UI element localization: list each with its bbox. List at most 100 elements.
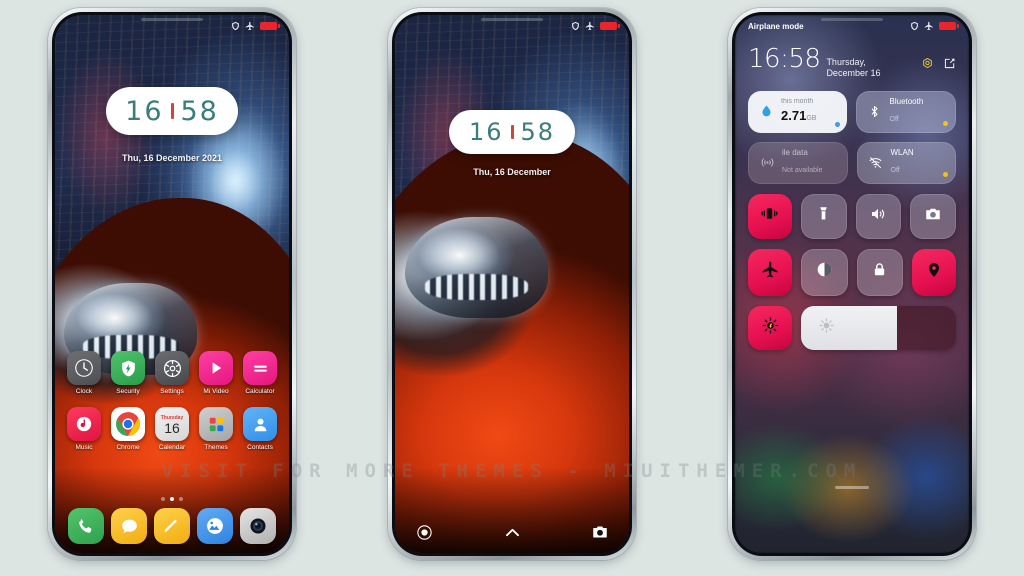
bluetooth-title: Bluetooth xyxy=(889,97,924,107)
airplane-mode-label: Airplane mode xyxy=(748,21,804,31)
phone1-bezel: 16 58 Thu, 16 December 2021 Clock Securi… xyxy=(52,12,292,556)
gear-icon[interactable] xyxy=(921,57,934,75)
app-clock[interactable]: Clock xyxy=(65,351,103,395)
photo-icon[interactable] xyxy=(196,508,233,544)
status-dot xyxy=(834,121,840,127)
app-calculator[interactable]: Calculator xyxy=(241,351,279,395)
app-contacts[interactable]: Contacts xyxy=(241,407,279,451)
phone-icon[interactable] xyxy=(68,508,105,544)
app-label: Security xyxy=(116,388,140,395)
chevron-up-icon[interactable] xyxy=(501,521,523,543)
page-indicator xyxy=(55,497,289,501)
bluetooth-tile[interactable]: Bluetooth Off xyxy=(855,90,956,133)
data-usage-tile[interactable]: this month 2.71GB xyxy=(748,90,847,133)
app-grid: Clock Security Settings Mi Video Calcula… xyxy=(55,351,289,461)
clock-hours: 16 xyxy=(468,118,504,146)
battery-icon xyxy=(600,22,620,30)
shield-icon xyxy=(231,21,240,31)
flashlight-toggle[interactable] xyxy=(800,193,847,240)
brightness-slider-fill xyxy=(801,305,898,350)
lock-date-label: Thu, 16 December xyxy=(473,167,551,177)
speaker-icon xyxy=(869,205,887,228)
contrast-icon xyxy=(815,260,834,284)
clock-icon xyxy=(67,351,101,385)
app-label: Calculator xyxy=(245,388,275,395)
wallpaper-headlight xyxy=(405,217,548,318)
camera-icon xyxy=(924,205,942,228)
app-chrome[interactable]: Chrome xyxy=(109,407,147,451)
status-dot xyxy=(943,171,948,177)
phone-control-center: Airplane mode 16:58 Thursday, December 1… xyxy=(728,8,976,560)
clock-hours: 16 xyxy=(125,95,164,127)
message-bubble-icon[interactable] xyxy=(111,508,148,544)
home-clock-widget[interactable]: 16 58 xyxy=(106,87,238,135)
page-dot[interactable] xyxy=(161,497,165,501)
app-label: Mi Video xyxy=(203,388,229,395)
mobile-data-tile[interactable]: ile data Not available xyxy=(748,141,848,184)
app-mi-video[interactable]: Mi Video xyxy=(197,351,235,395)
battery-icon xyxy=(939,22,959,30)
wlan-text: WLAN Off xyxy=(886,148,914,177)
wlan-state: Off xyxy=(890,166,900,174)
phone2-bezel: 16 58 Thu, 16 December xyxy=(392,12,632,556)
header-action-icons xyxy=(921,46,956,75)
earpiece-speaker xyxy=(141,18,203,21)
lock-screen-bottom-bar xyxy=(395,521,629,543)
lock-icon xyxy=(871,261,888,283)
app-music[interactable]: Music xyxy=(65,407,103,451)
pencil-icon[interactable] xyxy=(153,508,190,544)
tiles-row-2: ile data Not available WLAN Off xyxy=(748,141,956,184)
page-dot[interactable] xyxy=(179,497,183,501)
auto-brightness-button[interactable] xyxy=(748,305,792,350)
airplane-toggle[interactable] xyxy=(748,249,793,296)
clock-separator xyxy=(510,125,514,139)
calendar-day: 16 xyxy=(164,420,180,437)
data-usage-period: this month xyxy=(781,97,814,105)
circle-dot-icon[interactable] xyxy=(413,521,435,543)
cc-clock: 16:58 xyxy=(748,44,821,74)
calendar-icon: Thursday 16 xyxy=(155,407,189,441)
battery-icon xyxy=(260,22,280,30)
volume-toggle[interactable] xyxy=(855,193,902,240)
water-drop-icon xyxy=(756,104,776,119)
equals-icon xyxy=(243,351,277,385)
phone-home-screen: 16 58 Thu, 16 December 2021 Clock Securi… xyxy=(48,8,296,560)
data-usage-value: 2.71 xyxy=(781,108,807,124)
app-label: Music xyxy=(75,444,93,451)
phone2-screen: 16 58 Thu, 16 December xyxy=(395,15,629,553)
screenshot-toggle[interactable] xyxy=(910,193,956,240)
brightness-slider[interactable] xyxy=(801,305,956,350)
dark-mode-toggle[interactable] xyxy=(801,249,848,296)
edit-square-icon[interactable] xyxy=(943,57,956,75)
shield-icon xyxy=(111,351,145,385)
camera-icon[interactable] xyxy=(589,521,611,543)
brightness-icon xyxy=(761,316,780,340)
bluetooth-icon xyxy=(865,104,885,119)
airplane-icon xyxy=(585,21,595,31)
app-themes[interactable]: Themes xyxy=(197,407,235,451)
music-note-icon xyxy=(67,407,101,441)
camera-icon[interactable] xyxy=(239,508,276,544)
earpiece-speaker xyxy=(821,18,883,21)
app-label: Settings xyxy=(160,388,184,395)
phone-lock-screen: 16 58 Thu, 16 December xyxy=(388,8,636,560)
app-calendar[interactable]: Thursday 16 Calendar xyxy=(153,407,191,451)
tiles-row-1: this month 2.71GB Bluetooth Off xyxy=(748,90,956,133)
phone3-screen: Airplane mode 16:58 Thursday, December 1… xyxy=(735,15,969,553)
lock-clock-widget[interactable]: 16 58 xyxy=(449,110,575,154)
app-security[interactable]: Security xyxy=(109,351,147,395)
home-date-label: Thu, 16 December 2021 xyxy=(121,153,223,163)
flashlight-icon xyxy=(815,205,832,227)
data-usage-text: this month 2.71GB xyxy=(776,98,816,126)
clock-separator xyxy=(170,103,174,119)
clock-minutes: 58 xyxy=(520,118,556,146)
screen-lock-toggle[interactable] xyxy=(856,249,903,296)
page-dot-active[interactable] xyxy=(170,497,174,501)
earpiece-speaker xyxy=(481,18,543,21)
vibrate-toggle[interactable] xyxy=(748,193,792,240)
signal-icon xyxy=(757,155,777,170)
wlan-tile[interactable]: WLAN Off xyxy=(856,141,956,184)
app-settings[interactable]: Settings xyxy=(153,351,191,395)
airplane-icon xyxy=(924,21,934,31)
location-toggle[interactable] xyxy=(911,249,956,296)
